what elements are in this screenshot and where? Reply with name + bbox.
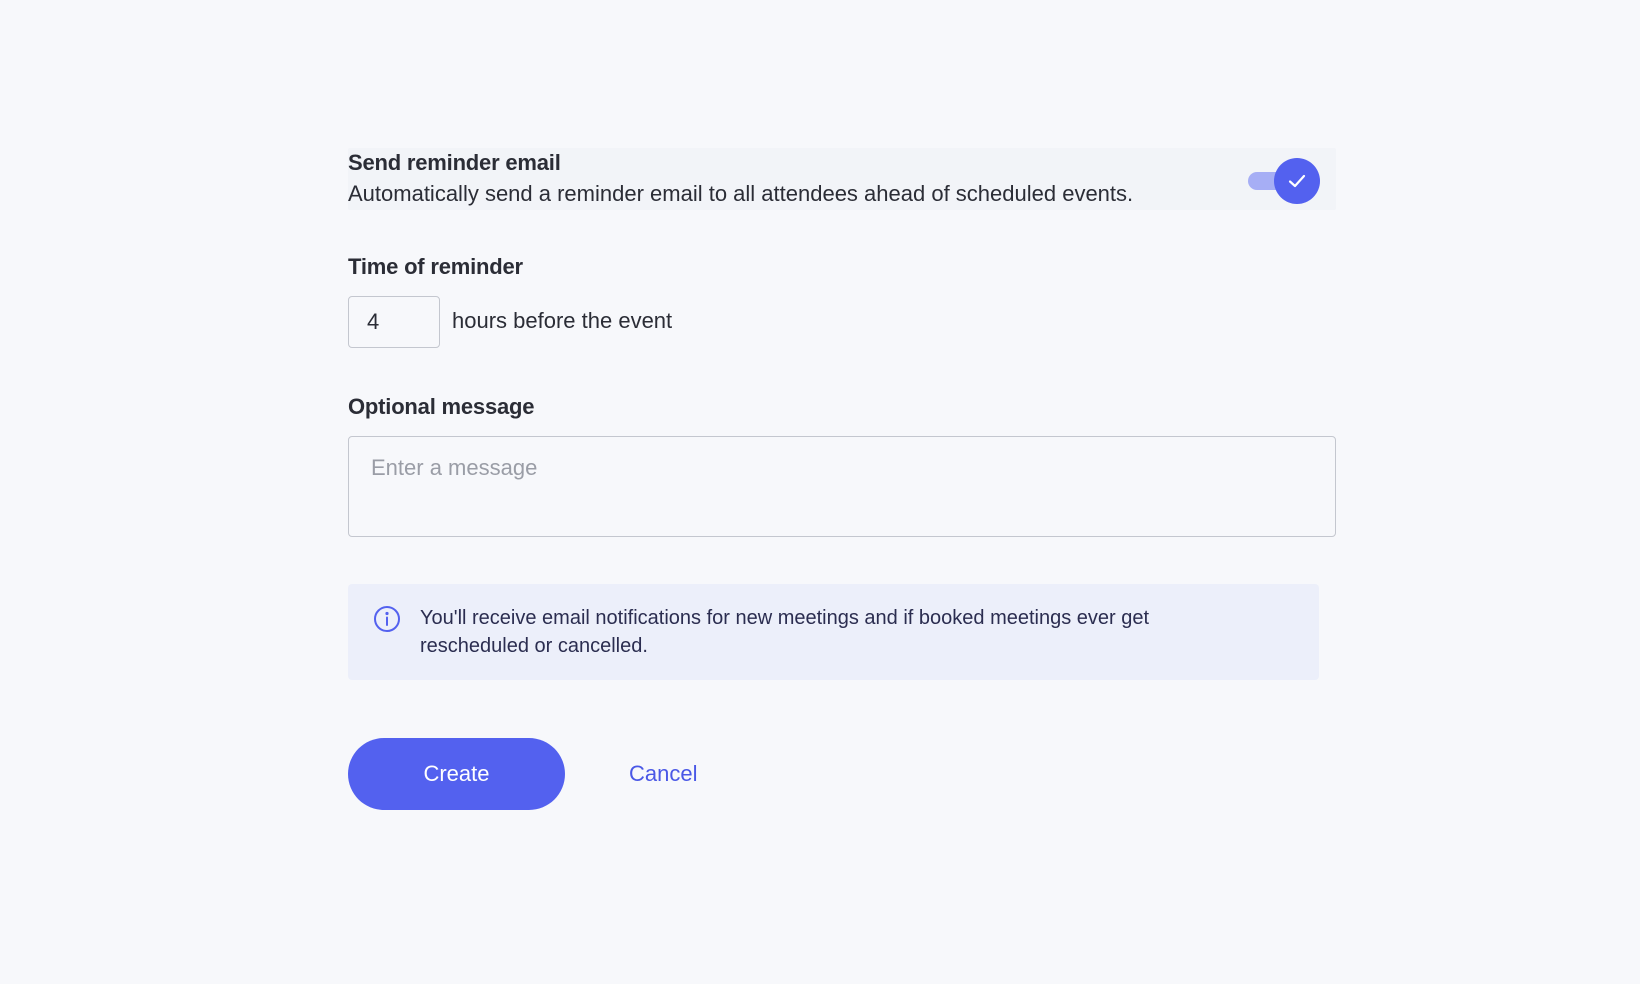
send-reminder-description: Automatically send a reminder email to a…	[348, 181, 1134, 206]
hours-suffix-text: hours before the event	[452, 308, 673, 333]
optional-message-textarea[interactable]	[348, 436, 1336, 537]
checkmark-icon	[1288, 174, 1306, 188]
send-reminder-toggle[interactable]	[1248, 156, 1322, 204]
info-icon	[374, 606, 400, 632]
toggle-knob	[1274, 158, 1320, 204]
optional-message-label: Optional message	[348, 394, 535, 419]
cancel-link[interactable]: Cancel	[629, 761, 697, 787]
reminder-settings-form: Send reminder email Automatically send a…	[348, 148, 1336, 810]
create-button[interactable]: Create	[348, 738, 565, 810]
send-reminder-row: Send reminder email Automatically send a…	[348, 148, 1336, 210]
reminder-hours-input[interactable]	[348, 296, 440, 348]
info-banner: You'll receive email notifications for n…	[348, 584, 1319, 680]
info-banner-text: You'll receive email notifications for n…	[420, 607, 1150, 657]
send-reminder-title: Send reminder email	[348, 150, 561, 175]
time-of-reminder-label: Time of reminder	[348, 254, 523, 279]
